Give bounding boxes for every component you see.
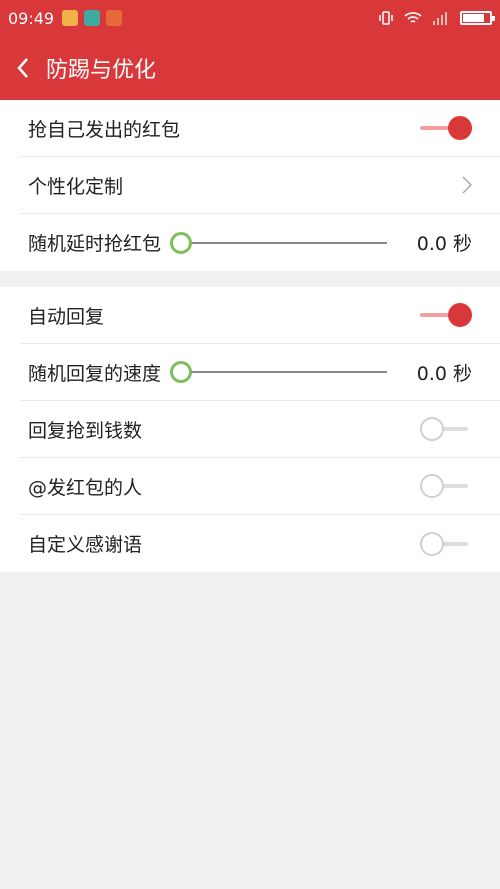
reply-speed-value: 0.0 秒	[416, 362, 472, 385]
auto-reply-toggle[interactable]	[420, 302, 472, 328]
setting-grab-own[interactable]: 抢自己发出的红包	[20, 100, 500, 157]
setting-label: 回复抢到钱数	[28, 419, 143, 442]
chevron-right-icon	[462, 176, 472, 194]
setting-label: 自定义感谢语	[28, 534, 143, 556]
setting-label: 随机回复的速度	[28, 362, 162, 385]
signal-icon	[433, 12, 447, 25]
setting-auto-reply[interactable]: 自动回复	[20, 287, 500, 344]
slider-thumb[interactable]	[170, 231, 193, 254]
settings-section-grab: 抢自己发出的红包 个性化定制 随机延时抢红包 0.0 秒	[0, 100, 500, 271]
battery-icon	[460, 11, 495, 25]
status-time: 09:49	[8, 8, 55, 28]
notification-app-icon	[84, 10, 101, 26]
status-bar: 09:49	[0, 0, 500, 36]
setting-custom-thanks[interactable]: 自定义感谢语	[20, 515, 500, 572]
setting-label: 抢自己发出的红包	[28, 118, 181, 141]
setting-at-sender[interactable]: @发红包的人	[20, 458, 500, 515]
setting-label: 自动回复	[28, 305, 105, 328]
setting-personalize[interactable]: 个性化定制	[20, 157, 500, 214]
notification-app-icon	[106, 10, 123, 26]
setting-label: 个性化定制	[28, 175, 124, 198]
notification-app-icon	[62, 10, 79, 26]
grab-own-toggle[interactable]	[420, 115, 472, 141]
setting-reply-amount[interactable]: 回复抢到钱数	[20, 401, 500, 458]
back-button[interactable]	[0, 57, 46, 79]
random-delay-slider[interactable]	[170, 230, 388, 256]
custom-thanks-toggle[interactable]	[420, 531, 472, 557]
settings-section-reply: 自动回复 随机回复的速度 0.0 秒 回复抢到钱数 @发红包的人 自定义感谢语	[0, 287, 500, 572]
setting-random-delay: 随机延时抢红包 0.0 秒	[20, 214, 500, 271]
reply-speed-slider[interactable]	[170, 359, 388, 385]
page-title: 防踢与优化	[46, 58, 157, 83]
chevron-left-icon	[17, 58, 28, 78]
slider-thumb[interactable]	[170, 361, 193, 383]
at-sender-toggle[interactable]	[420, 473, 472, 499]
app-bar: 防踢与优化	[0, 36, 500, 100]
setting-label: 随机延时抢红包	[28, 233, 162, 255]
vibrate-icon	[379, 11, 393, 25]
reply-amount-toggle[interactable]	[420, 416, 472, 442]
setting-label: @发红包的人	[28, 476, 143, 499]
random-delay-value: 0.0 秒	[416, 233, 472, 255]
wifi-icon	[404, 12, 422, 23]
setting-reply-speed: 随机回复的速度 0.0 秒	[20, 344, 500, 401]
